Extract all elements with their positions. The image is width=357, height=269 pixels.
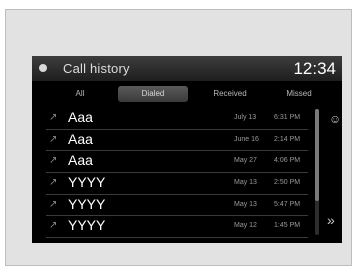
call-date: May 27 xyxy=(234,157,257,165)
outgoing-call-icon: ↗ xyxy=(49,112,58,123)
caller-name: Aaa xyxy=(68,152,93,169)
call-time: 4:06 PM xyxy=(274,157,301,165)
call-list-item[interactable]: ↗ YYYY May 13 5:47 PM xyxy=(46,195,308,217)
call-type-tabs: All Dialed Received Missed xyxy=(60,86,324,102)
contacts-icon[interactable]: ☺ xyxy=(329,112,341,126)
call-date: July 13 xyxy=(234,114,257,121)
call-time: 6:31 PM xyxy=(274,114,301,121)
scroll-down-icon[interactable]: » xyxy=(327,213,335,227)
call-time: 2:50 PM xyxy=(274,179,301,187)
call-date: May 12 xyxy=(234,222,257,230)
clock: 12:34 xyxy=(293,59,336,78)
tab-all[interactable]: All xyxy=(60,86,100,102)
header-bar: Call history 12:34 xyxy=(32,56,342,81)
call-list-item[interactable]: ↗ YYYY May 12 1:45 PM xyxy=(46,216,308,239)
caller-name: YYYY xyxy=(68,217,106,234)
caller-name: Aaa xyxy=(68,109,93,125)
outgoing-call-icon: ↗ xyxy=(49,155,58,167)
call-list-item[interactable]: ↗ Aaa June 16 2:14 PM xyxy=(46,130,308,152)
outgoing-call-icon: ↗ xyxy=(49,220,58,232)
tab-missed[interactable]: Missed xyxy=(274,86,324,102)
call-list: ↗ Aaa July 13 6:31 PM ↗ Aaa June 16 2:14… xyxy=(46,108,308,239)
call-date: June 16 xyxy=(234,135,259,143)
call-list-item[interactable]: ↗ Aaa May 27 4:06 PM xyxy=(46,151,308,174)
call-history-screen: Call history 12:34 All Dialed Received M… xyxy=(32,56,342,243)
outgoing-call-icon: ↗ xyxy=(49,198,58,210)
outgoing-call-icon: ↗ xyxy=(49,177,58,189)
caller-name: YYYY xyxy=(68,174,106,191)
scrollbar-thumb[interactable] xyxy=(315,109,319,201)
call-time: 5:47 PM xyxy=(274,200,301,208)
tab-received[interactable]: Received xyxy=(202,86,258,102)
call-time: 2:14 PM xyxy=(274,135,301,143)
call-date: May 13 xyxy=(234,200,257,208)
screen-title: Call history xyxy=(63,61,130,76)
tab-dialed[interactable]: Dialed xyxy=(118,86,188,102)
call-date: May 13 xyxy=(234,179,257,187)
call-time: 1:45 PM xyxy=(274,222,301,230)
outgoing-call-icon: ↗ xyxy=(49,133,58,145)
call-list-item[interactable]: ↗ Aaa July 13 6:31 PM xyxy=(46,108,308,130)
call-list-item[interactable]: ↗ YYYY May 13 2:50 PM xyxy=(46,173,308,195)
caller-name: Aaa xyxy=(68,130,93,147)
back-button[interactable] xyxy=(39,64,47,72)
scrollbar[interactable] xyxy=(315,109,319,235)
page-background: Call history 12:34 All Dialed Received M… xyxy=(5,9,352,266)
caller-name: YYYY xyxy=(68,195,106,212)
